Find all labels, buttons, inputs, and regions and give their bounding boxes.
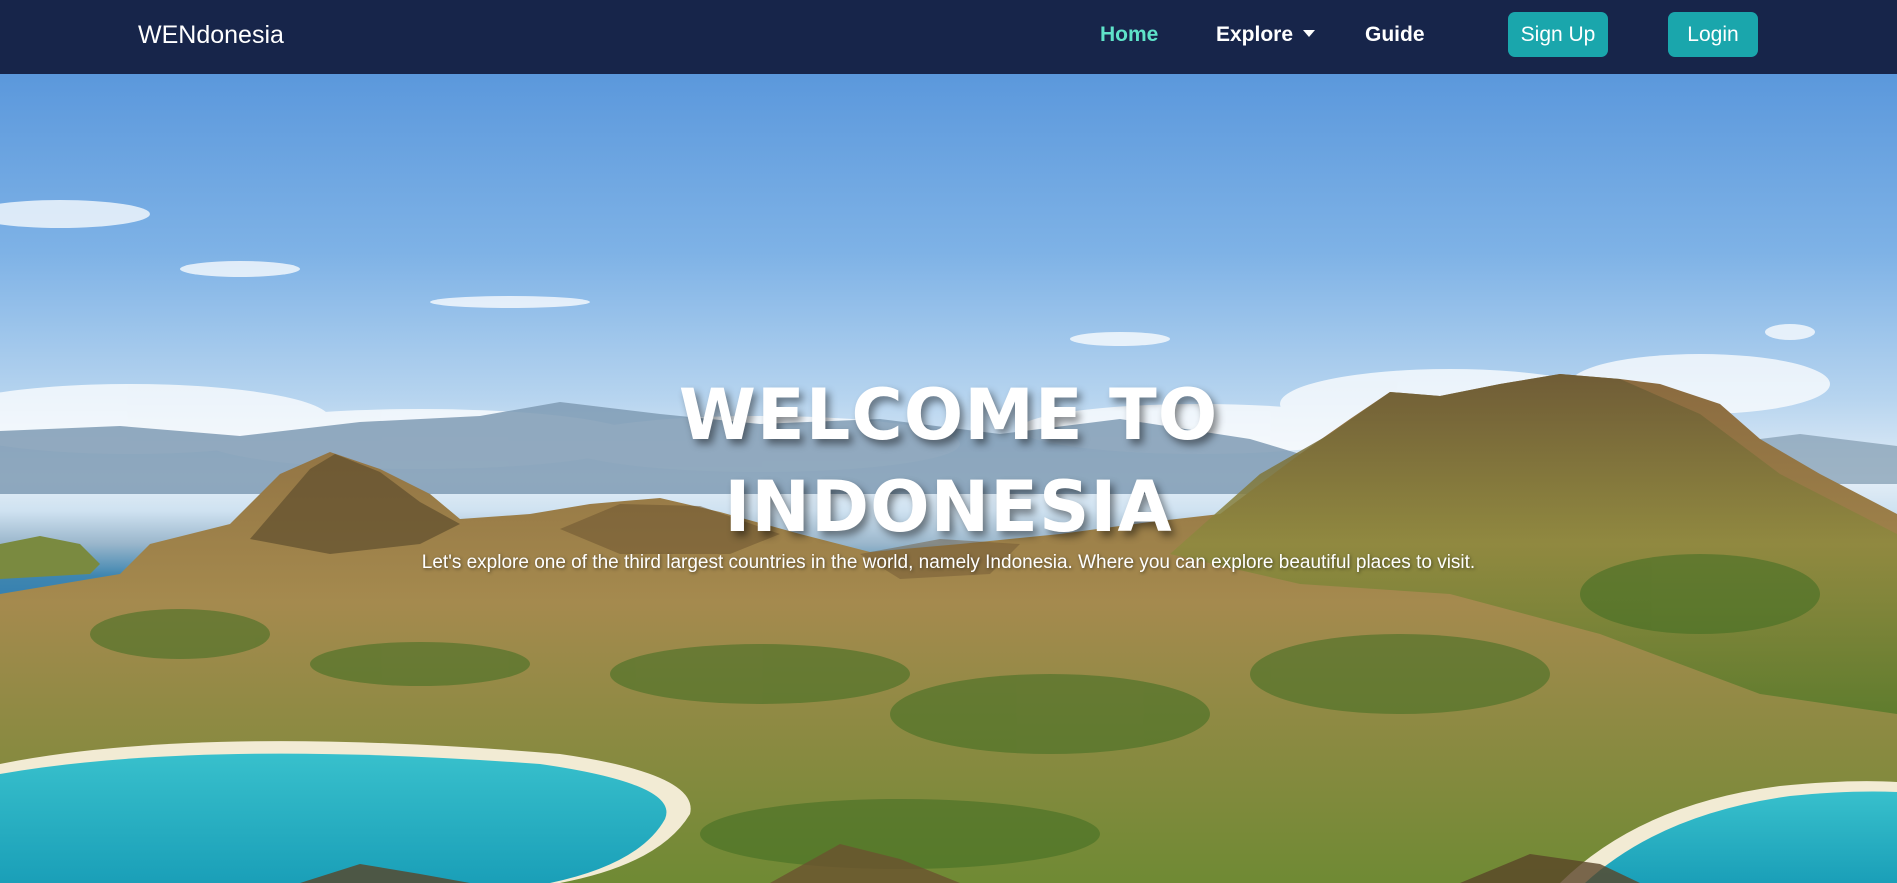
nav-guide-link[interactable]: Guide [1365, 0, 1425, 70]
navbar: WENdonesia Home Explore Guide Sign Up Lo… [0, 0, 1897, 74]
hero-title-line1: WELCOME TO [678, 374, 1219, 456]
nav-explore-dropdown[interactable]: Explore [1216, 0, 1316, 70]
hero-subtitle: Let's explore one of the third largest c… [421, 552, 1476, 573]
nav-explore-label: Explore [1216, 23, 1294, 46]
hero-title-line2: INDONESIA [724, 466, 1173, 548]
signup-button[interactable]: Sign Up [1508, 12, 1608, 57]
caret-down-icon [1303, 30, 1316, 37]
nav-home-link[interactable]: Home [1100, 0, 1158, 70]
hero-title: WELCOME TO INDONESIA [0, 369, 1897, 553]
brand-logo[interactable]: WENdonesia [138, 0, 284, 74]
login-button[interactable]: Login [1668, 12, 1758, 57]
lagoon-left [0, 753, 667, 883]
hero-banner: WELCOME TO INDONESIA Let's explore one o… [0, 74, 1897, 883]
